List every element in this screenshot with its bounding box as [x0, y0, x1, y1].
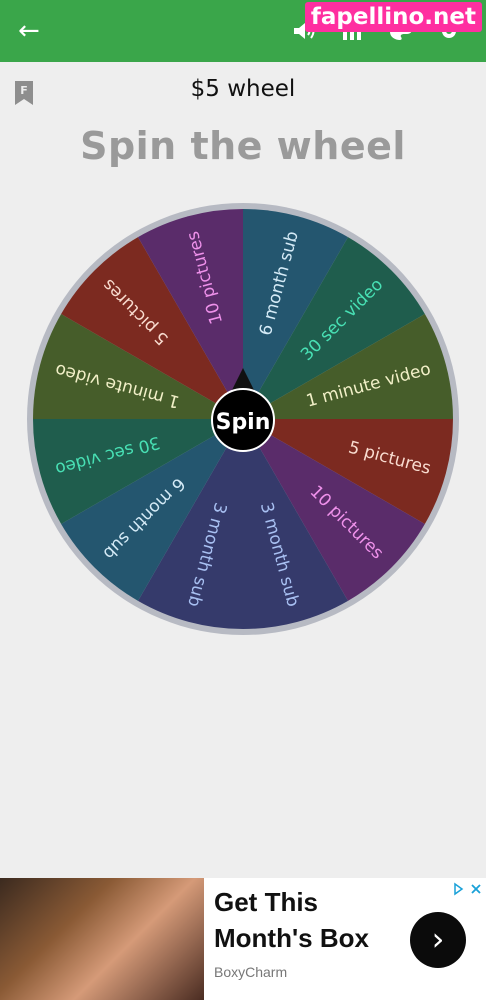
- watermark-text: fapellino.net: [304, 2, 482, 32]
- page-heading: Spin the wheel: [80, 124, 406, 168]
- adchoices-icon[interactable]: [452, 882, 486, 896]
- ad-image[interactable]: [0, 878, 204, 1000]
- spin-button-label: Spin: [216, 410, 271, 435]
- arrow-left-icon[interactable]: ←: [18, 18, 44, 44]
- top-bar: ← fapellino.net: [0, 0, 486, 62]
- ad-title[interactable]: Get This Month's Box: [214, 884, 404, 956]
- ad-brand: BoxyCharm: [214, 964, 288, 980]
- spin-button[interactable]: Spin: [211, 388, 275, 452]
- ad-banner[interactable]: Get This Month's Box BoxyCharm ›: [0, 878, 486, 1000]
- chevron-right-icon[interactable]: ›: [410, 912, 466, 968]
- spin-wheel[interactable]: 6 month sub 30 sec video 1 minute video 5 p…: [22, 198, 464, 640]
- wheel-graphic: 6 month sub30 sec video1 minute video5 p…: [27, 203, 459, 635]
- wheel-name: $5 wheel: [190, 76, 296, 102]
